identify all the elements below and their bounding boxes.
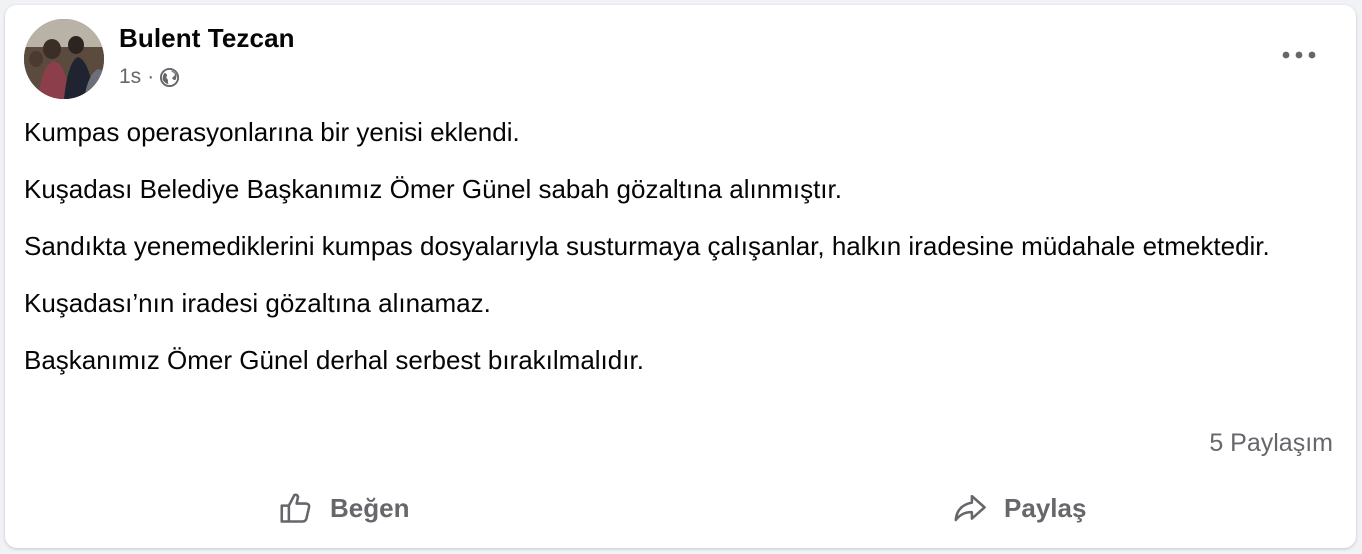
avatar[interactable] xyxy=(24,19,104,99)
post-paragraph: Kuşadası’nın iradesi gözaltına alınamaz. xyxy=(24,288,491,318)
more-options-button[interactable] xyxy=(1277,41,1321,69)
thumbs-up-icon xyxy=(280,493,311,523)
globe-icon[interactable] xyxy=(159,67,180,88)
post-paragraph: Başkanımız Ömer Günel derhal serbest bır… xyxy=(24,345,644,375)
share-arrow-icon xyxy=(954,494,986,522)
share-button[interactable]: Paylaş xyxy=(681,479,1357,537)
like-label: Beğen xyxy=(330,492,410,523)
share-count[interactable]: 5 Paylaşım xyxy=(1209,429,1333,458)
post-meta: 1s · xyxy=(119,65,180,89)
post-card: Bulent Tezcan 1s · Kumpas operasyonların… xyxy=(5,5,1356,548)
post-paragraph: Kuşadası Belediye Başkanımız Ömer Günel … xyxy=(24,174,842,204)
post-paragraph: Kumpas operasyonlarına bir yenisi eklend… xyxy=(24,117,520,147)
like-button[interactable]: Beğen xyxy=(5,479,681,537)
share-label: Paylaş xyxy=(1004,492,1087,523)
post-body: Kumpas operasyonlarına bir yenisi eklend… xyxy=(24,113,1324,398)
more-dots-icon xyxy=(1282,51,1316,59)
meta-separator: · xyxy=(147,65,155,88)
avatar-photo xyxy=(24,19,104,99)
post-time[interactable]: 1s xyxy=(119,65,141,89)
author-name[interactable]: Bulent Tezcan xyxy=(119,23,295,54)
post-paragraph: Sandıkta yenemediklerini kumpas dosyalar… xyxy=(24,231,1270,261)
action-bar: Beğen Paylaş xyxy=(5,479,1356,537)
